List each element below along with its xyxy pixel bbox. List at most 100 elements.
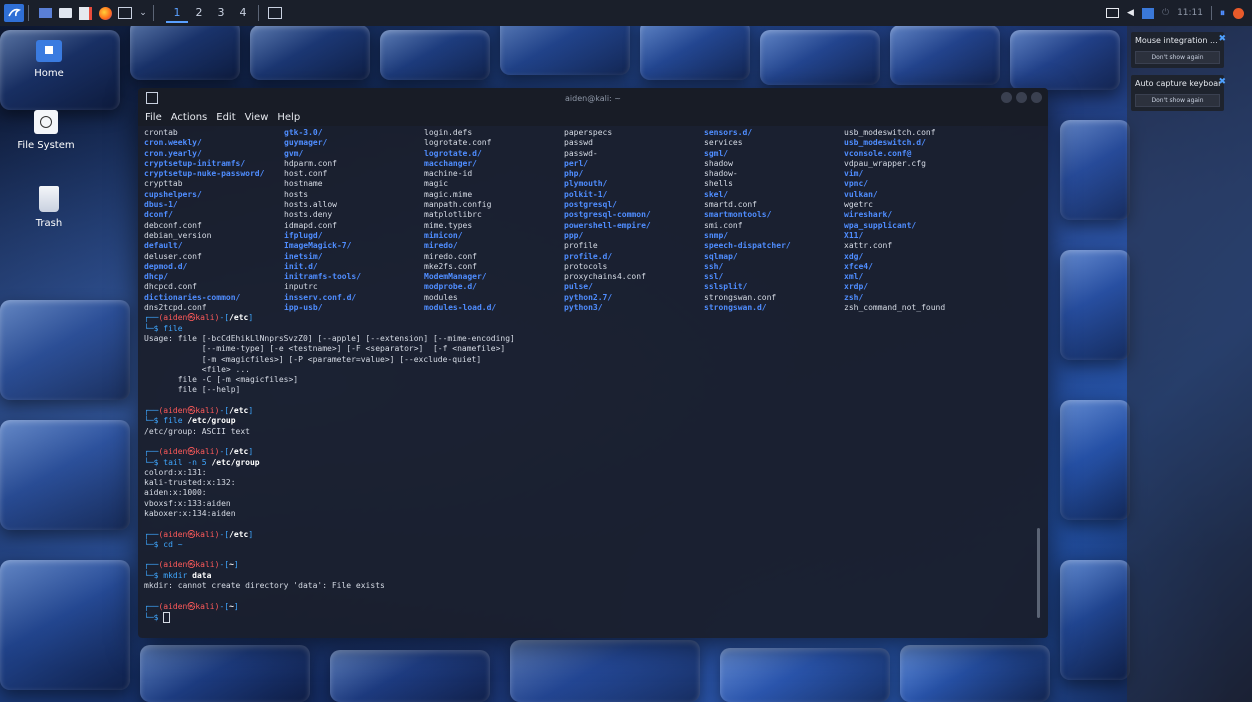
window-controls <box>1001 92 1042 103</box>
prompt-corner: ┌── <box>144 447 159 457</box>
prompt-bracket: ] <box>248 447 254 457</box>
ls-entry-directory: ssh/ <box>704 261 724 271</box>
launcher-dropdown[interactable]: ⌄ <box>137 4 149 22</box>
ls-entry-file: manpath.config <box>424 200 492 210</box>
close-icon[interactable]: ✖ <box>1218 77 1226 87</box>
close-button[interactable] <box>1031 92 1042 103</box>
command: mkdir <box>163 570 188 580</box>
ls-entry-file: shadow- <box>704 169 738 179</box>
minimize-button[interactable] <box>1001 92 1012 103</box>
monitor-icon[interactable] <box>1106 8 1120 18</box>
volume-icon[interactable]: ◀ <box>1127 8 1134 18</box>
scrollbar[interactable] <box>1037 528 1040 618</box>
output-line: Usage: file [-bcCdEhikLlNnprsSvzZ0] [--a… <box>144 333 515 343</box>
prompt-corner: ┌── <box>144 313 159 323</box>
show-desktop-button[interactable] <box>37 4 53 22</box>
ls-entry-directory: guymager/ <box>284 138 328 148</box>
ls-entry-directory: smartmontools/ <box>704 210 772 220</box>
panel-clock[interactable]: 11:11 <box>1177 8 1203 18</box>
prompt-dir: /etc <box>229 529 249 539</box>
ls-entry-directory: postgresql-common/ <box>564 210 651 220</box>
ls-row: crypttab hostname magic plymouth/shells vpnc… <box>144 179 1042 189</box>
terminal-window[interactable]: aiden@kali: ~ File Actions Edit View Hel… <box>138 88 1048 638</box>
ls-entry-file: logrotate.conf <box>424 138 492 148</box>
taskbar-terminal-window[interactable] <box>267 4 283 22</box>
system-tray: ◀ ⏻ 11:11 ⏸ <box>1106 0 1252 26</box>
ls-entry-directory: depmod.d/ <box>144 261 188 271</box>
close-icon[interactable]: ✖ <box>1218 34 1226 44</box>
menu-actions[interactable]: Actions <box>171 112 208 123</box>
dont-show-again-button[interactable]: Don't show again <box>1135 94 1220 107</box>
ls-entry-directory: vconsole.conf@ <box>844 148 912 158</box>
desktop-icon <box>38 8 52 18</box>
menu-view[interactable]: View <box>245 112 269 123</box>
ls-row: cryptsetup-initramfs/hdparm.conf macchang… <box>144 159 1042 169</box>
ls-row: default/ImageMagick-7/miredo/profile spee… <box>144 241 1042 251</box>
power-options-icon[interactable] <box>1233 7 1244 19</box>
command-line: └─$ file <box>144 324 1042 334</box>
notification-auto-capture: Auto capture keyboard ... ✖ Don't show a… <box>1131 75 1226 111</box>
prompt-line: ┌──(aiden㉿kali)-[/etc] <box>144 313 1042 323</box>
workspace-3[interactable]: 3 <box>210 3 232 21</box>
menu-file[interactable]: File <box>145 112 162 123</box>
ls-row: cron.weekly/guymager/logrotate.conf passw… <box>144 138 1042 148</box>
ls-entry-file: host.conf <box>284 169 328 179</box>
desktop-icon-trash[interactable]: Trash <box>14 186 84 229</box>
maximize-button[interactable] <box>1016 92 1027 103</box>
kali-menu-button[interactable] <box>4 4 24 22</box>
workspace-1[interactable]: 1 <box>166 3 188 23</box>
ls-entry-directory: vulkan/ <box>844 189 878 199</box>
pause-icon[interactable]: ⏸ <box>1220 8 1225 19</box>
prompt-corner: ┌── <box>144 560 159 570</box>
prompt-dash: -[ <box>219 529 230 539</box>
prompt-bracket: ] <box>233 601 239 611</box>
terminal-launcher-button[interactable] <box>117 4 133 22</box>
ls-row: dbus-1/hosts.allow manpath.config postgres… <box>144 200 1042 210</box>
menu-help[interactable]: Help <box>277 112 300 123</box>
desktop-icon-file-system[interactable]: File System <box>6 110 86 151</box>
ls-entry-file: crypttab <box>144 179 183 189</box>
file-manager-button[interactable] <box>57 4 73 22</box>
ls-entry-directory: ipp-usb/ <box>284 303 323 313</box>
window-titlebar[interactable]: aiden@kali: ~ <box>138 88 1048 108</box>
menu-edit[interactable]: Edit <box>216 112 235 123</box>
prompt-corner: ┌── <box>144 529 159 539</box>
ls-row: dhcpcd.conf inputrc modprobe.d/pulse/sslsp… <box>144 282 1042 292</box>
ls-entry-file: modules <box>424 292 458 302</box>
firefox-button[interactable] <box>97 4 113 22</box>
prompt-dollar: └─$ <box>144 457 164 467</box>
prompt-user: (aiden㉿kali) <box>158 406 220 416</box>
output-line: vboxsf:x:133:aiden <box>144 498 231 508</box>
network-icon[interactable] <box>1141 7 1154 19</box>
terminal-output[interactable]: crontab gtk-3.0/login.defs paperspecs senso… <box>138 126 1048 623</box>
ls-entry-directory: postgresql/ <box>564 200 617 210</box>
prompt-user: (aiden㉿kali) <box>158 560 220 570</box>
ls-entry-directory: dictionaries-common/ <box>144 292 241 302</box>
ls-entry-directory: gtk-3.0/ <box>284 128 323 137</box>
ls-entry-directory: gvm/ <box>284 148 304 158</box>
ls-entry-directory: pulse/ <box>564 282 593 292</box>
desktop-icon-label: File System <box>17 140 75 151</box>
top-panel: ⌄ 1 2 3 4 ◀ ⏻ 11:11 ⏸ <box>0 0 1252 26</box>
ls-row: dns2tcpd.conf ipp-usb/modules-load.d/pyth… <box>144 303 1042 313</box>
ls-entry-directory: wpa_supplicant/ <box>844 220 917 230</box>
ls-entry-directory: snmp/ <box>704 230 729 240</box>
prompt-bracket: ] <box>248 529 254 539</box>
workspace-4[interactable]: 4 <box>232 3 254 21</box>
power-icon[interactable]: ⏻ <box>1162 8 1169 18</box>
ls-entry-file: paperspecs <box>564 128 613 137</box>
ls-entry-file: services <box>704 138 743 148</box>
workspace-2[interactable]: 2 <box>188 3 210 21</box>
dont-show-again-button[interactable]: Don't show again <box>1135 51 1220 64</box>
ls-entry-file: hdparm.conf <box>284 158 337 168</box>
text-editor-button[interactable] <box>77 4 93 22</box>
ls-entry-file: hosts.allow <box>284 200 337 210</box>
output-line: <file> ... <box>144 364 250 374</box>
output-line: kaboxer:x:134:aiden <box>144 508 236 518</box>
prompt-dir: /etc <box>229 406 249 416</box>
ls-entry-directory: miredo/ <box>424 241 458 251</box>
ls-entry-file: proxychains4.conf <box>564 272 646 282</box>
desktop-icon-home[interactable]: Home <box>14 40 84 79</box>
ls-entry-directory: ssl/ <box>704 272 724 282</box>
